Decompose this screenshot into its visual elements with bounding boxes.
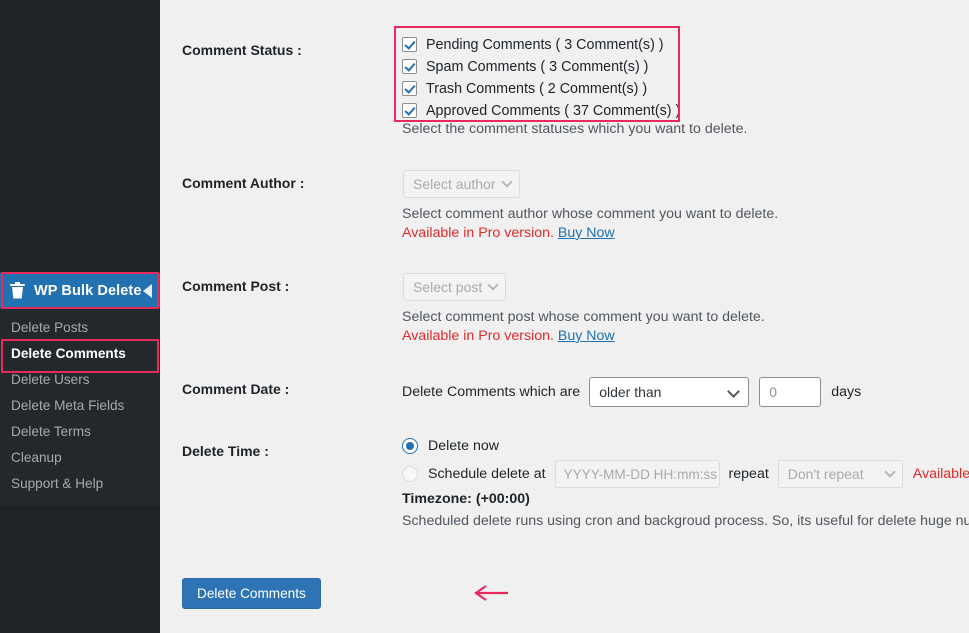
select-date-operator-value: older than (599, 384, 662, 400)
delete-time-controls: Delete now Schedule delete at YYYY-MM-DD… (402, 433, 969, 489)
wp-admin-screen: WP Bulk Delete Delete Posts Delete Comme… (0, 0, 969, 633)
checkbox-label: Approved Comments ( 37 Comment(s) ) (426, 102, 681, 119)
comment-date-lead-text: Delete Comments which are (402, 384, 581, 400)
sidebar-item-delete-meta-fields[interactable]: Delete Meta Fields (0, 392, 160, 418)
timezone-text: Timezone: (+00:00) (402, 491, 530, 507)
chevron-down-icon (487, 279, 499, 291)
comment-status-options: Pending Comments ( 3 Comment(s) ) Spam C… (402, 34, 680, 122)
delete-comments-submit-button[interactable]: Delete Comments (182, 578, 321, 609)
select-comment-post-value: Select post (413, 279, 483, 295)
days-unit-label: days (831, 384, 862, 400)
pro-version-text: Available in Pro version. (402, 225, 554, 241)
comment-status-label: Comment Status : (182, 42, 302, 58)
comment-date-label: Comment Date : (182, 381, 290, 397)
checkbox-label: Pending Comments ( 3 Comment(s) ) (426, 36, 664, 53)
sidebar-item-label: Delete Comments (11, 345, 126, 361)
sidebar-item-label: Delete Meta Fields (11, 397, 125, 413)
select-date-operator[interactable]: older than (589, 377, 750, 407)
input-schedule-datetime-placeholder: YYYY-MM-DD HH:mm:ss (563, 466, 718, 482)
comment-author-help: Select comment author whose comment you … (402, 206, 779, 222)
chevron-down-icon (884, 466, 896, 478)
buy-now-link[interactable]: Buy Now (558, 328, 615, 344)
buy-now-link[interactable]: Buy Now (558, 225, 615, 241)
input-days[interactable]: 0 (759, 377, 822, 407)
input-schedule-datetime[interactable]: YYYY-MM-DD HH:mm:ss (554, 460, 720, 488)
delete-comments-submit-label: Delete Comments (197, 586, 306, 601)
checkbox-row-trash[interactable]: Trash Comments ( 2 Comment(s) ) (402, 78, 680, 99)
admin-sidebar: WP Bulk Delete Delete Posts Delete Comme… (0, 0, 160, 633)
radio-row-schedule-delete[interactable]: Schedule delete at YYYY-MM-DD HH:mm:ss r… (402, 459, 969, 489)
sidebar-item-support-help[interactable]: Support & Help (0, 470, 160, 496)
comment-post-help: Select comment post whose comment you wa… (402, 309, 765, 325)
sidebar-item-label: Support & Help (11, 475, 104, 491)
radio-delete-now[interactable] (402, 438, 418, 454)
checkbox-label: Trash Comments ( 2 Comment(s) ) (426, 80, 648, 97)
checkbox-trash-comments[interactable] (402, 81, 417, 96)
select-comment-author-value: Select author (413, 176, 496, 192)
select-repeat[interactable]: Don't repeat (777, 460, 903, 488)
checkbox-spam-comments[interactable] (402, 59, 417, 74)
checkbox-row-pending[interactable]: Pending Comments ( 3 Comment(s) ) (402, 34, 680, 55)
checkbox-approved-comments[interactable] (402, 103, 417, 118)
repeat-label: repeat (728, 466, 769, 482)
select-repeat-value: Don't repeat (787, 466, 864, 482)
sidebar-top-area (0, 0, 160, 273)
comment-author-pro-line: Available in Pro version. Buy Now (402, 225, 615, 241)
sidebar-item-label: Delete Posts (11, 319, 89, 335)
sidebar-item-delete-users[interactable]: Delete Users (0, 366, 160, 392)
main-content: Comment Status : Pending Comments ( 3 Co… (160, 0, 969, 633)
comment-post-label: Comment Post : (182, 278, 290, 294)
chevron-down-icon (500, 176, 513, 188)
sidebar-item-label: Delete Terms (11, 423, 91, 439)
cron-note-text: Scheduled delete runs using cron and bac… (402, 513, 969, 529)
sidebar-submenu: Delete Posts Delete Comments Delete User… (0, 308, 160, 506)
sidebar-brand-wp-bulk-delete[interactable]: WP Bulk Delete (0, 273, 160, 308)
radio-row-delete-now[interactable]: Delete now (402, 433, 969, 459)
comment-status-help: Select the comment statuses which you wa… (402, 121, 748, 137)
checkbox-pending-comments[interactable] (402, 37, 417, 52)
comment-post-pro-line: Available in Pro version. Buy Now (402, 328, 615, 344)
radio-schedule-delete[interactable] (402, 466, 418, 482)
trash-icon (10, 281, 25, 299)
sidebar-item-delete-posts[interactable]: Delete Posts (0, 314, 160, 340)
sidebar-item-delete-terms[interactable]: Delete Terms (0, 418, 160, 444)
comment-author-label: Comment Author : (182, 175, 305, 191)
sidebar-item-label: Delete Users (11, 371, 90, 387)
radio-schedule-delete-label: Schedule delete at (428, 466, 546, 482)
sidebar-item-cleanup[interactable]: Cleanup (0, 444, 160, 470)
delete-time-label: Delete Time : (182, 443, 269, 459)
sidebar-brand-label: WP Bulk Delete (34, 282, 142, 299)
sidebar-item-delete-comments[interactable]: Delete Comments (0, 340, 160, 366)
checkbox-row-spam[interactable]: Spam Comments ( 3 Comment(s) ) (402, 56, 680, 77)
select-comment-author[interactable]: Select author (403, 170, 520, 198)
sidebar-item-label: Cleanup (11, 449, 62, 465)
radio-delete-now-label: Delete now (428, 438, 499, 454)
chevron-down-icon (727, 385, 741, 398)
annotation-arrow-icon (474, 585, 508, 601)
pro-version-text: Available in Pro version. (402, 328, 554, 344)
comment-date-controls: Delete Comments which are older than 0 d… (402, 377, 861, 407)
collapse-arrow-icon[interactable] (143, 283, 152, 298)
select-comment-post[interactable]: Select post (403, 273, 507, 301)
checkbox-label: Spam Comments ( 3 Comment(s) ) (426, 58, 649, 75)
input-days-value: 0 (769, 384, 777, 400)
schedule-pro-text: Available in P (912, 466, 969, 482)
checkbox-row-approved[interactable]: Approved Comments ( 37 Comment(s) ) (402, 100, 680, 121)
